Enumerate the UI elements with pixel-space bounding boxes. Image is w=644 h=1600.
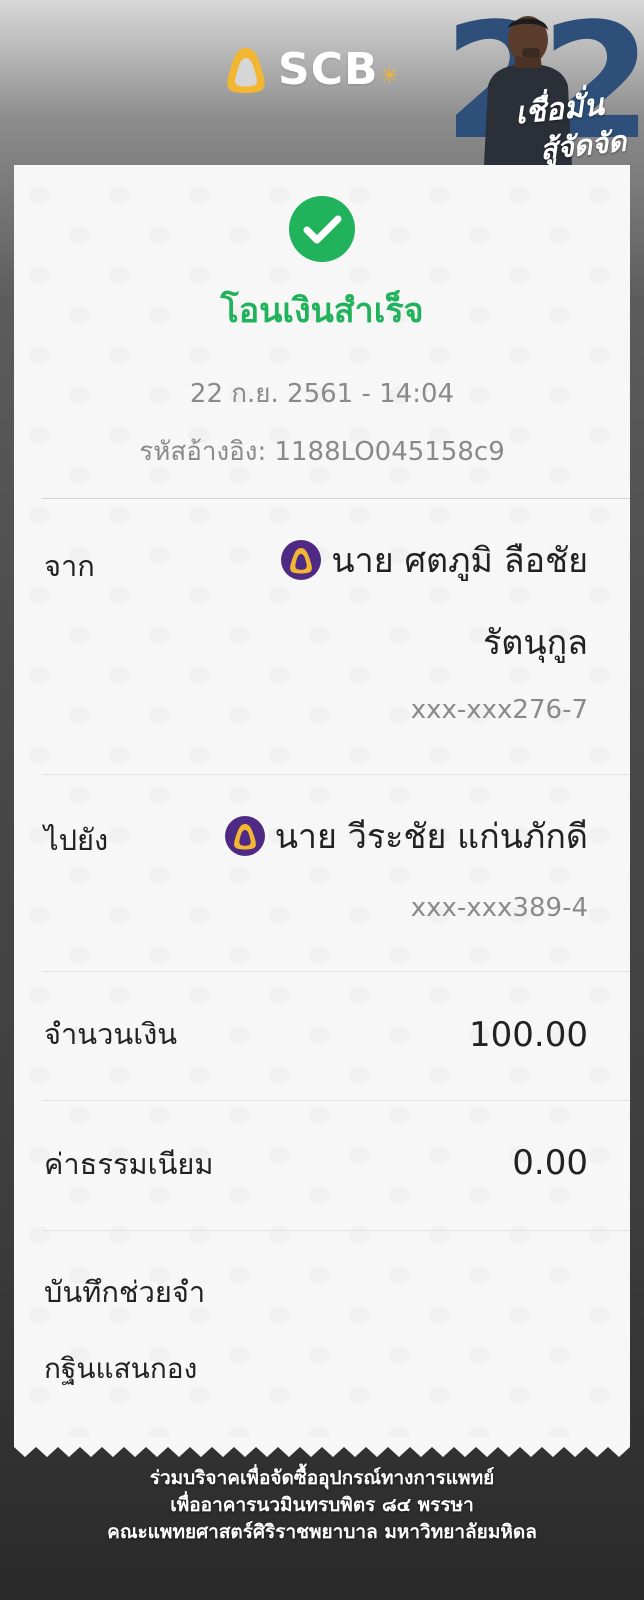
memo-label: บันทึกช่วยจำ [44, 1275, 206, 1309]
promo-slogan-2: สู้จัดจัด [538, 124, 628, 165]
amount-value: 100.00 [469, 1015, 588, 1055]
divider [42, 774, 630, 775]
app-header: SCB ✳ 22 เชื่อมั่น สู้จัดจัด [0, 0, 644, 165]
from-name-line2: รัตนุกูล [482, 623, 588, 663]
status-title: โอนเงินสำเร็จ [220, 291, 424, 331]
transaction-datetime: 22 ก.ย. 2561 - 14:04 [189, 379, 455, 409]
to-name-row: นาย วีระชัย แก่นภักดี [224, 809, 588, 863]
scb-bank-icon [224, 816, 265, 856]
check-circle-icon [289, 196, 355, 262]
divider [42, 1230, 630, 1231]
divider [42, 971, 630, 972]
receipt-torn-edge [14, 1437, 630, 1457]
amount-label: จำนวนเงิน [44, 1017, 178, 1051]
from-name: นาย ศตภูมิ ลือชัย [331, 541, 588, 581]
divider [42, 498, 630, 499]
fee-value: 0.00 [512, 1143, 588, 1183]
scb-bank-icon [281, 540, 322, 580]
to-name: นาย วีระชัย แก่นภักดี [274, 817, 588, 857]
from-label: จาก [44, 549, 95, 583]
from-name-row: นาย ศตภูมิ ลือชัย [281, 533, 588, 587]
from-account-number: xxx-xxx276-7 [410, 695, 588, 725]
footer-line-2: เพื่ออาคารนวมินทรบพิตร ๘๔ พรรษา [170, 1494, 474, 1516]
footer-line-3: คณะแพทยศาสตร์ศิริราชพยาบาล มหาวิทยาลัยมห… [107, 1521, 537, 1543]
donation-footer: ร่วมบริจาคเพื่อจัดซื้ออุปกรณ์ทางการแพทย์… [0, 1465, 644, 1546]
divider [42, 1100, 630, 1101]
footer-line-1: ร่วมบริจาคเพื่อจัดซื้ออุปกรณ์ทางการแพทย์ [149, 1467, 495, 1489]
to-account-number: xxx-xxx389-4 [410, 893, 588, 923]
memo-value: กฐินแสนกอง [44, 1352, 198, 1385]
to-label: ไปยัง [44, 823, 109, 857]
reference-code: รหัสอ้างอิง: 1188LO045158c9 [139, 437, 505, 467]
scb-logo-icon [227, 47, 265, 93]
transfer-receipt: โอนเงินสำเร็จ 22 ก.ย. 2561 - 14:04 รหัสอ… [14, 165, 630, 1447]
fee-label: ค่าธรรมเนียม [44, 1147, 214, 1181]
promo-banner: 22 เชื่อมั่น สู้จัดจัด [364, 0, 644, 165]
